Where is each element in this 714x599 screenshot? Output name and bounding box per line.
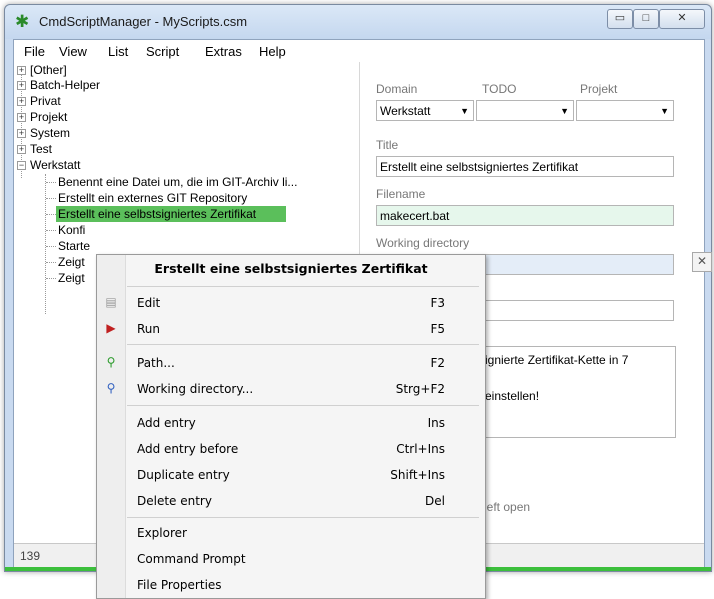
todo-select[interactable]: ▼ — [476, 100, 574, 121]
status-count: 139 — [20, 549, 41, 563]
title-field[interactable]: Erstellt eine selbstsigniertes Zertifika… — [376, 156, 674, 177]
window-title: CmdScriptManager - MyScripts.csm — [39, 14, 248, 29]
projekt-select[interactable]: ▼ — [576, 100, 674, 121]
menu-extras[interactable]: Extras — [205, 44, 242, 59]
ctx-working-directory[interactable]: ⚲ Working directory... Strg+F2 — [97, 377, 485, 401]
app-gear-icon: ✱ — [15, 12, 30, 31]
ctx-duplicate-entry[interactable]: Duplicate entry Shift+Ins — [97, 463, 485, 487]
minimize-button[interactable]: ▭ — [607, 9, 633, 29]
clear-icon[interactable]: ✕ — [692, 252, 712, 272]
title-bar[interactable]: ✱ CmdScriptManager - MyScripts.csm ▭ □ ✕ — [5, 5, 711, 39]
ctx-delete-entry[interactable]: Delete entry Del — [97, 489, 485, 513]
run-icon: ▶ — [106, 321, 116, 335]
chevron-down-icon: ▼ — [460, 106, 469, 116]
menu-list[interactable]: List — [108, 44, 128, 59]
ctx-explorer[interactable]: Explorer — [97, 521, 485, 545]
search-folder-icon: ⚲ — [106, 381, 116, 395]
ctx-file-properties[interactable]: File Properties — [97, 573, 485, 597]
tree-item[interactable]: Starte — [58, 238, 90, 254]
tree-item[interactable]: Benennt eine Datei um, die im GIT-Archiv… — [58, 174, 297, 190]
left-open-text: left open — [484, 500, 531, 514]
maximize-button[interactable]: □ — [633, 9, 659, 29]
title-label: Title — [376, 138, 399, 152]
ctx-edit[interactable]: ▤ Edit F3 — [97, 291, 485, 315]
tree-item-selected[interactable]: Erstellt eine selbstsigniertes Zertifika… — [56, 206, 286, 222]
ctx-run[interactable]: ▶ Run F5 — [97, 317, 485, 341]
search-icon: ⚲ — [106, 355, 116, 369]
todo-label: TODO — [482, 82, 517, 96]
domain-select[interactable]: Werkstatt ▼ — [376, 100, 474, 121]
menu-file[interactable]: File — [24, 44, 45, 59]
tree-item[interactable]: Erstellt ein externes GIT Repository — [58, 190, 247, 206]
ctx-path[interactable]: ⚲ Path... F2 — [97, 351, 485, 375]
workdir-label: Working directory — [376, 236, 470, 250]
context-menu-header: Erstellt eine selbstsigniertes Zertifika… — [154, 261, 428, 276]
tree-item[interactable]: Konfi — [58, 222, 85, 238]
menu-view[interactable]: View — [59, 44, 87, 59]
menu-help[interactable]: Help — [259, 44, 286, 59]
filename-label: Filename — [376, 187, 426, 201]
document-icon: ▤ — [105, 295, 117, 309]
domain-label: Domain — [376, 82, 418, 96]
menu-script[interactable]: Script — [146, 44, 179, 59]
context-menu: Erstellt eine selbstsigniertes Zertifika… — [96, 254, 486, 599]
chevron-down-icon: ▼ — [560, 106, 569, 116]
close-button[interactable]: ✕ — [659, 9, 705, 29]
ctx-add-entry[interactable]: Add entry Ins — [97, 411, 485, 435]
tree-item[interactable]: Zeigt — [58, 254, 85, 270]
projekt-label: Projekt — [580, 82, 618, 96]
ctx-command-prompt[interactable]: Command Prompt — [97, 547, 485, 571]
chevron-down-icon: ▼ — [660, 106, 669, 116]
tree-item[interactable]: Zeigt — [58, 270, 85, 286]
ctx-add-entry-before[interactable]: Add entry before Ctrl+Ins — [97, 437, 485, 461]
filename-field[interactable]: makecert.bat — [376, 205, 674, 226]
